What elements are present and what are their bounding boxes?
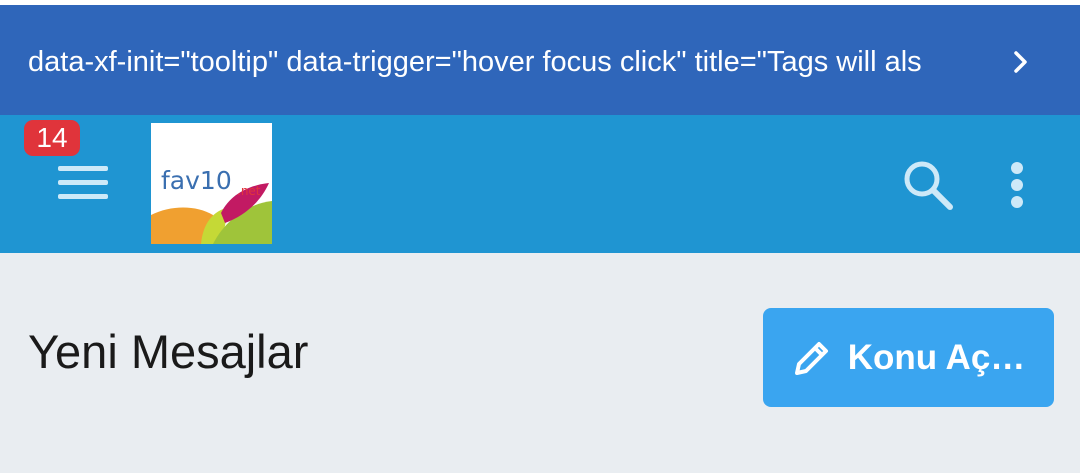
more-vertical-icon	[1011, 162, 1023, 208]
menu-button[interactable]	[44, 153, 122, 213]
chevron-right-icon	[1014, 51, 1027, 73]
new-thread-label: Konu Aç…	[847, 337, 1026, 377]
notice-next-button[interactable]	[1004, 45, 1038, 79]
notice-text: data-xf-init="tooltip" data-trigger="hov…	[28, 46, 922, 78]
logo-text: fav10	[161, 166, 232, 195]
logo-suffix: .net	[237, 184, 261, 198]
search-button[interactable]	[896, 153, 960, 217]
logo-image: fav10 .net	[151, 123, 272, 244]
search-icon	[904, 161, 953, 210]
more-options-button[interactable]	[996, 153, 1038, 217]
site-logo[interactable]: fav10 .net	[151, 123, 272, 244]
pencil-icon	[792, 338, 832, 378]
new-thread-button[interactable]: Konu Aç…	[763, 308, 1054, 407]
app-header: 14 fav10 .net	[0, 115, 1080, 253]
notification-badge: 14	[24, 120, 80, 156]
page-title: Yeni Mesajlar	[28, 325, 309, 378]
notice-banner: data-xf-init="tooltip" data-trigger="hov…	[0, 5, 1080, 115]
hamburger-menu-icon	[58, 166, 108, 199]
